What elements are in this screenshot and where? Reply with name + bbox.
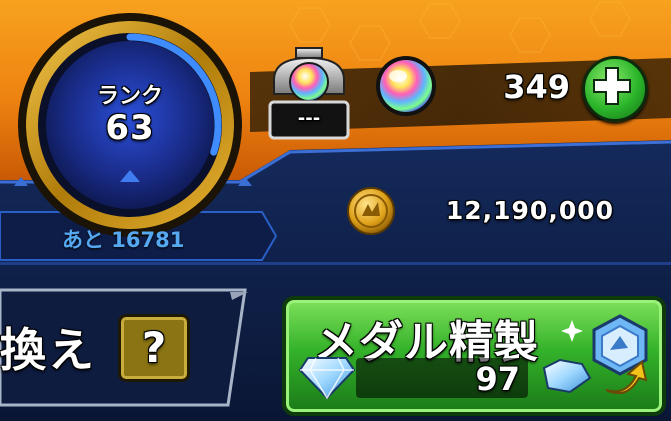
help-icon: ? (141, 323, 167, 372)
exchange-label: 換え (0, 323, 96, 377)
gold-coin-icon (347, 187, 395, 235)
help-button[interactable]: ? (118, 314, 190, 382)
medal-count: 97 (475, 360, 520, 398)
rank-label: ランク (96, 84, 163, 109)
plus-icon (593, 67, 631, 105)
rainbow-orb-icon (376, 56, 436, 116)
orb-count: 349 (503, 68, 570, 106)
orb-slot-status: --- (297, 108, 321, 129)
rank-value: 63 (105, 108, 155, 148)
add-orbs-button[interactable] (582, 56, 648, 122)
medal-refine-button[interactable]: メダル精製 97 (282, 296, 666, 416)
gold-amount: 12,190,000 (445, 196, 614, 225)
rainbow-orb-slot-icon (268, 47, 350, 140)
game-hud: ランク 63 あと 16781 --- 349 12,190,000 換え ? … (0, 0, 671, 421)
rank-remaining-exp: あと 16781 (62, 228, 185, 252)
orb-slot-button[interactable] (266, 44, 352, 144)
exchange-button[interactable]: 換え ? (0, 292, 235, 402)
diamond-icon (298, 357, 356, 400)
medal-refine-icon (542, 314, 648, 394)
